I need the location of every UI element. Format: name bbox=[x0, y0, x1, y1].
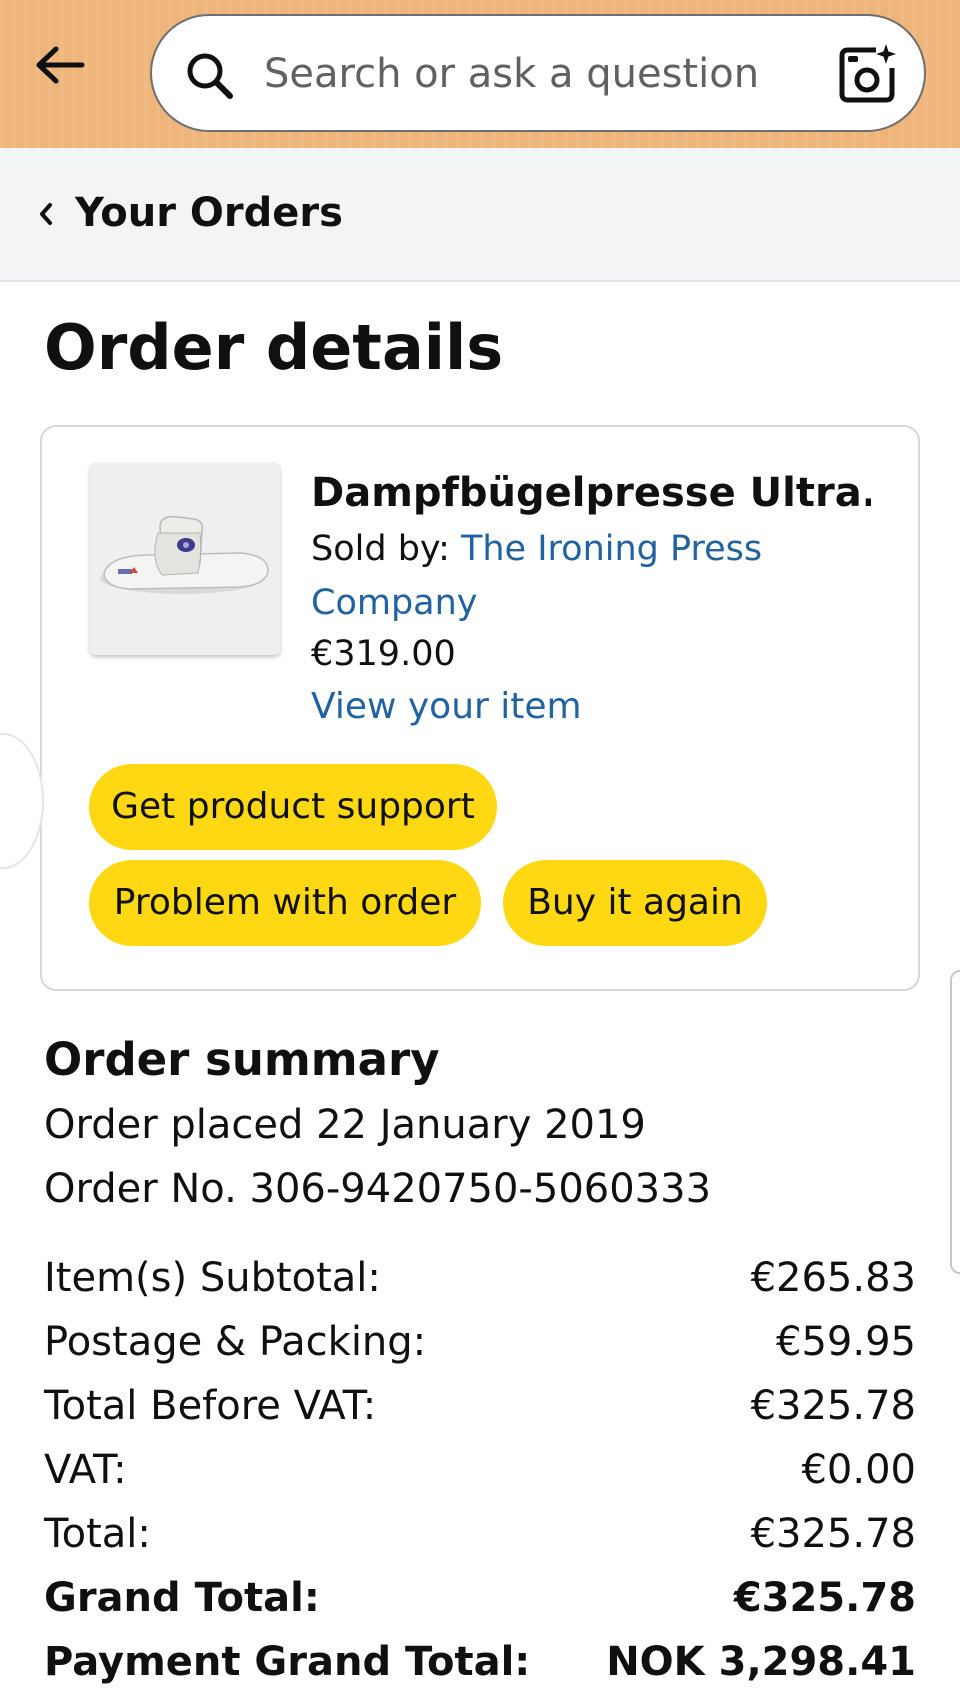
payment-grand-total-row: Payment Grand Total: NOK 3,298.41 bbox=[44, 1630, 916, 1694]
total-row: Total Before VAT: €325.78 bbox=[44, 1374, 916, 1438]
total-row-value: €325.78 bbox=[733, 1575, 916, 1621]
page-title: Order details bbox=[44, 311, 504, 384]
product-image[interactable] bbox=[90, 463, 280, 655]
camera-icon[interactable] bbox=[836, 42, 900, 106]
top-bar: Search or ask a question bbox=[0, 0, 960, 148]
grand-total-row: Grand Total: €325.78 bbox=[44, 1566, 916, 1630]
total-row-value: €325.78 bbox=[750, 1383, 916, 1429]
item-price: €319.00 bbox=[311, 634, 456, 674]
total-row-label: Item(s) Subtotal: bbox=[44, 1255, 381, 1301]
order-summary-title: Order summary bbox=[44, 1033, 440, 1086]
buy-it-again-button[interactable]: Buy it again bbox=[503, 860, 767, 946]
total-row: Item(s) Subtotal: €265.83 bbox=[44, 1246, 916, 1310]
order-item-card: Dampfbügelpresse Ultra... Sold by: The I… bbox=[40, 425, 920, 991]
total-row-value: €59.95 bbox=[776, 1319, 916, 1365]
total-row-value: NOK 3,298.41 bbox=[606, 1639, 916, 1685]
back-arrow-icon[interactable] bbox=[30, 42, 90, 92]
total-row: Total: €325.78 bbox=[44, 1502, 916, 1566]
order-placed-date: Order placed 22 January 2019 bbox=[44, 1102, 646, 1148]
seller-line: Sold by: The Ironing Press Company bbox=[311, 522, 871, 630]
breadcrumb[interactable]: Your Orders bbox=[0, 148, 960, 282]
search-bar[interactable]: Search or ask a question bbox=[150, 14, 926, 132]
total-row-value: €0.00 bbox=[801, 1447, 916, 1493]
total-row: Postage & Packing: €59.95 bbox=[44, 1310, 916, 1374]
total-row-label: Payment Grand Total: bbox=[44, 1639, 531, 1685]
total-row-label: Grand Total: bbox=[44, 1575, 320, 1621]
chevron-left-icon[interactable] bbox=[36, 199, 56, 229]
get-product-support-button[interactable]: Get product support bbox=[89, 764, 497, 850]
your-orders-link[interactable]: Your Orders bbox=[75, 188, 343, 238]
total-row-label: VAT: bbox=[44, 1447, 127, 1493]
search-icon[interactable] bbox=[184, 50, 236, 102]
left-edge-handle[interactable] bbox=[0, 733, 44, 869]
product-title[interactable]: Dampfbügelpresse Ultra... bbox=[311, 467, 871, 519]
total-row-value: €325.78 bbox=[750, 1511, 916, 1557]
search-input[interactable]: Search or ask a question bbox=[264, 44, 759, 104]
total-row-value: €265.83 bbox=[750, 1255, 916, 1301]
total-row: VAT: €0.00 bbox=[44, 1438, 916, 1502]
total-row-label: Total: bbox=[44, 1511, 151, 1557]
order-number: Order No. 306-9420750-5060333 bbox=[44, 1166, 712, 1212]
order-totals: Item(s) Subtotal: €265.83 Postage & Pack… bbox=[44, 1246, 916, 1694]
sold-by-label: Sold by: bbox=[311, 529, 461, 569]
view-item-link[interactable]: View your item bbox=[311, 683, 582, 731]
problem-with-order-button[interactable]: Problem with order bbox=[89, 860, 481, 946]
total-row-label: Postage & Packing: bbox=[44, 1319, 427, 1365]
right-edge-handle[interactable] bbox=[950, 970, 960, 1274]
total-row-label: Total Before VAT: bbox=[44, 1383, 377, 1429]
